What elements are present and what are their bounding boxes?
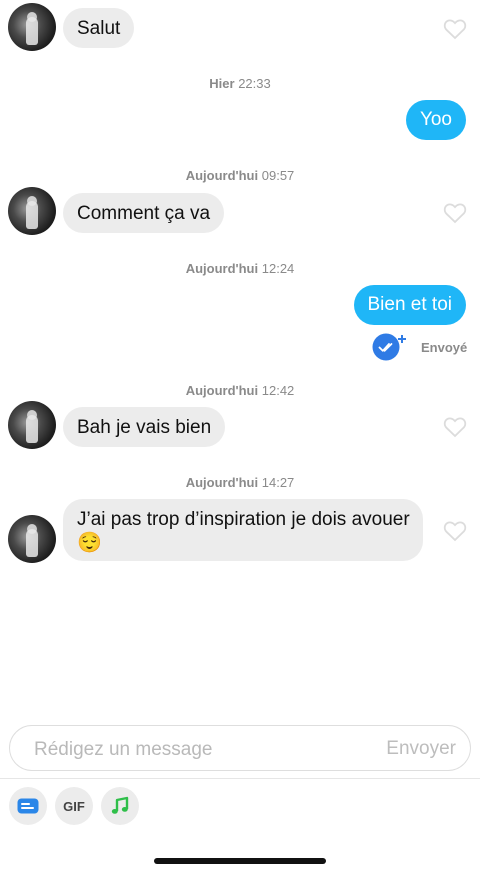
read-receipt-icon [372, 332, 406, 361]
divider [0, 778, 480, 779]
timestamp: Aujourd'hui 12:24 [185, 261, 295, 276]
like-heart-icon[interactable] [443, 416, 467, 438]
contact-avatar[interactable] [8, 401, 56, 449]
outgoing-message-bubble[interactable]: Yoo [405, 100, 466, 140]
timestamp: Hier 22:33 [209, 76, 271, 91]
sticker-icon [17, 798, 39, 814]
contact-avatar[interactable] [8, 187, 56, 235]
emoji: 😌 [77, 532, 102, 554]
timestamp: Aujourd'hui 14:27 [185, 475, 295, 490]
sticker-button[interactable] [9, 787, 47, 825]
music-button[interactable] [101, 787, 139, 825]
timestamp: Aujourd'hui 12:42 [185, 383, 295, 398]
music-note-icon [111, 796, 129, 814]
timestamp: Aujourd'hui 09:57 [185, 168, 295, 183]
send-button[interactable]: Envoyer [386, 738, 456, 760]
message-input[interactable] [32, 736, 366, 764]
contact-avatar[interactable] [8, 3, 56, 51]
incoming-message-bubble[interactable]: J’ai pas trop d’inspiration je dois avou… [63, 499, 423, 561]
like-heart-icon[interactable] [443, 202, 467, 224]
incoming-message-bubble[interactable]: Salut [63, 8, 135, 48]
gif-button[interactable]: GIF [55, 787, 93, 825]
incoming-message-bubble[interactable]: Comment ça va [63, 193, 225, 233]
message-composer: Envoyer [9, 725, 471, 771]
outgoing-message-bubble[interactable]: Bien et toi [353, 285, 466, 325]
incoming-message-bubble[interactable]: Bah je vais bien [63, 407, 226, 447]
home-indicator [154, 858, 326, 864]
message-text: J’ai pas trop d’inspiration je dois avou… [77, 509, 410, 530]
like-heart-icon[interactable] [443, 520, 467, 542]
message-status: Envoyé [421, 340, 468, 355]
like-heart-icon[interactable] [443, 18, 467, 40]
contact-avatar[interactable] [8, 515, 56, 563]
